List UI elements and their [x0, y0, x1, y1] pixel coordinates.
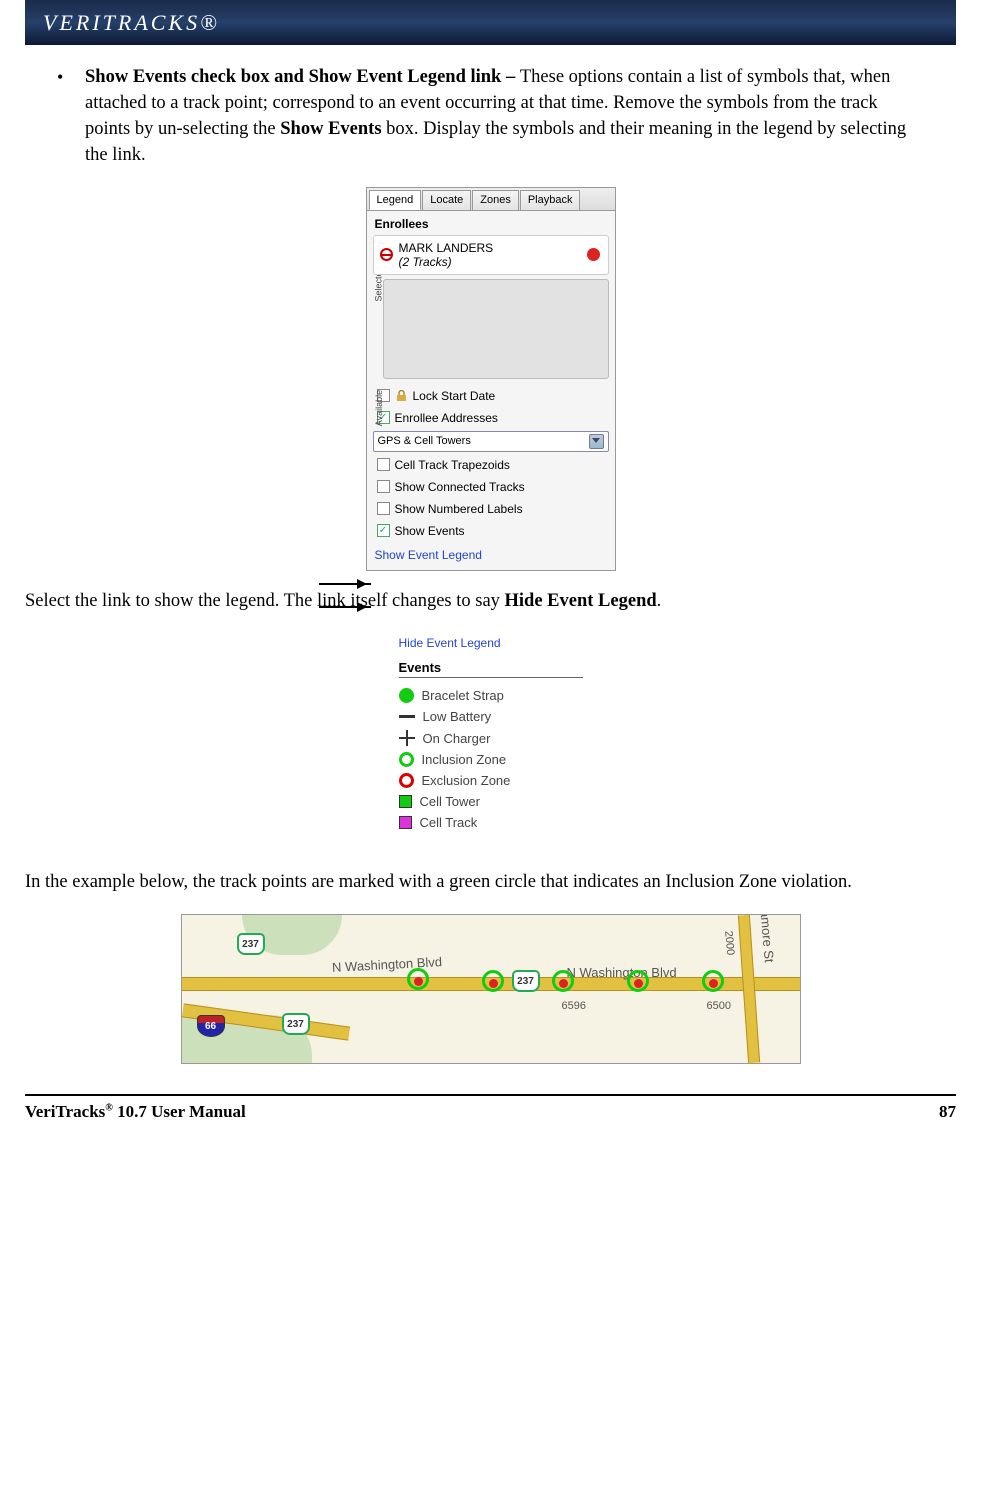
footer-title: 10.7 User Manual [113, 1102, 246, 1121]
checkbox-trapezoids[interactable]: ✓ [377, 458, 390, 471]
mid-t1: Select the link to show the legend. The … [25, 591, 505, 611]
label-addresses: Enrollee Addresses [395, 411, 498, 425]
arrow-show-legend [319, 606, 371, 608]
tab-playback[interactable]: Playback [520, 190, 581, 210]
available-area [383, 279, 609, 379]
row-events[interactable]: ✓ Show Events [373, 522, 609, 540]
road-name-sycamore: Sycamore St [756, 914, 777, 963]
enrollee-name: MARK LANDERS [399, 241, 494, 255]
bullet-paragraph: Show Events check box and Show Event Leg… [85, 65, 926, 169]
legend-label-inclusion: Inclusion Zone [422, 752, 507, 767]
tab-zones[interactable]: Zones [472, 190, 519, 210]
shield-66: 66 [197, 1015, 225, 1037]
lower-paragraph: In the example below, the track points a… [25, 870, 956, 896]
mid-paragraph: Select the link to show the legend. The … [25, 589, 956, 615]
row-connected[interactable]: ✓ Show Connected Tracks [373, 478, 609, 496]
side-label-available: Available [374, 389, 384, 425]
selected-enrollee[interactable]: MARK LANDERS (2 Tracks) [373, 235, 609, 275]
chevron-down-icon [589, 434, 604, 449]
legend-exclusion: Exclusion Zone [399, 773, 583, 788]
lock-icon [395, 390, 408, 401]
enrollee-icon [380, 248, 393, 261]
enrollees-label: Enrollees [367, 211, 615, 231]
magenta-square-icon [399, 816, 412, 829]
show-event-legend-link[interactable]: Show Event Legend [367, 544, 615, 570]
tab-locate[interactable]: Locate [422, 190, 471, 210]
legend-label-lowbattery: Low Battery [423, 709, 492, 724]
plus-icon [399, 730, 415, 746]
bullet-title: Show Events check box and Show Event Leg… [85, 67, 520, 87]
checkbox-numbered[interactable]: ✓ [377, 502, 390, 515]
bullet-bold1: Show Events [280, 119, 381, 139]
brand-header: VERITRACKS® [25, 0, 956, 45]
housenum-6500: 6500 [707, 1000, 731, 1012]
legend-lowbattery: Low Battery [399, 709, 583, 724]
gps-select[interactable]: GPS & Cell Towers [373, 431, 609, 452]
legend-celltower: Cell Tower [399, 794, 583, 809]
road-name-main2: N Washington Blvd [567, 965, 677, 980]
mid-t2: . [657, 591, 662, 611]
row-numbered[interactable]: ✓ Show Numbered Labels [373, 500, 609, 518]
housenum-6596: 6596 [562, 1000, 586, 1012]
select-value: GPS & Cell Towers [378, 435, 471, 447]
tab-legend[interactable]: Legend [369, 190, 422, 210]
row-lock[interactable]: ✓ Lock Start Date [373, 387, 609, 405]
label-numbered: Show Numbered Labels [395, 502, 523, 516]
track-dot-3 [559, 979, 568, 988]
track-dot-4 [634, 979, 643, 988]
legend-label-exclusion: Exclusion Zone [422, 773, 511, 788]
events-panel: Selected Available Legend Locate Zones P… [366, 187, 616, 571]
track-dot-5 [709, 979, 718, 988]
legend-celltrack: Cell Track [399, 815, 583, 830]
legend-inclusion: Inclusion Zone [399, 752, 583, 767]
minus-icon [399, 715, 415, 718]
footer-left: VeriTracks® 10.7 User Manual [25, 1102, 246, 1122]
shield-237-c: 237 [512, 970, 540, 992]
red-ring-icon [399, 773, 414, 788]
legend-bracelet: Bracelet Strap [399, 688, 583, 703]
legend-panel: Hide Event Legend Events Bracelet Strap … [391, 632, 591, 840]
track-dot-1 [414, 977, 423, 986]
green-ring-icon [399, 752, 414, 767]
shield-237-b: 237 [282, 1013, 310, 1035]
arrow-show-events [319, 583, 371, 585]
row-addresses[interactable]: ✓ Enrollee Addresses [373, 409, 609, 427]
hide-event-legend-link[interactable]: Hide Event Legend [399, 636, 583, 650]
shield-237-a: 237 [237, 933, 265, 955]
row-trapezoids[interactable]: ✓ Cell Track Trapezoids [373, 456, 609, 474]
label-events: Show Events [395, 524, 465, 538]
legend-label-celltrack: Cell Track [420, 815, 478, 830]
enrollee-dot-icon [587, 248, 600, 261]
label-connected: Show Connected Tracks [395, 480, 525, 494]
legend-label-bracelet: Bracelet Strap [422, 688, 504, 703]
green-square-icon [399, 795, 412, 808]
footer-page: 87 [939, 1102, 956, 1122]
page-footer: VeriTracks® 10.7 User Manual 87 [25, 1094, 956, 1128]
label-lock: Lock Start Date [413, 389, 496, 403]
enrollee-text: MARK LANDERS (2 Tracks) [399, 241, 494, 269]
checkbox-events[interactable]: ✓ [377, 524, 390, 537]
brand-text: VERITRACKS® [43, 10, 220, 36]
housenum-2000: 2000 [722, 931, 736, 956]
track-dot-2 [489, 979, 498, 988]
events-title: Events [399, 660, 583, 678]
green-circle-icon [399, 688, 414, 703]
legend-label-celltower: Cell Tower [420, 794, 480, 809]
mid-b1: Hide Event Legend [505, 591, 657, 611]
map-figure: N Washington Blvd N Washington Blvd Syca… [181, 914, 801, 1064]
panel-tabs: Legend Locate Zones Playback [367, 188, 615, 211]
label-trapezoids: Cell Track Trapezoids [395, 458, 510, 472]
enrollee-sub: (2 Tracks) [399, 255, 494, 269]
legend-charger: On Charger [399, 730, 583, 746]
footer-brand: VeriTracks [25, 1102, 105, 1121]
legend-label-charger: On Charger [423, 731, 491, 746]
checkbox-connected[interactable]: ✓ [377, 480, 390, 493]
